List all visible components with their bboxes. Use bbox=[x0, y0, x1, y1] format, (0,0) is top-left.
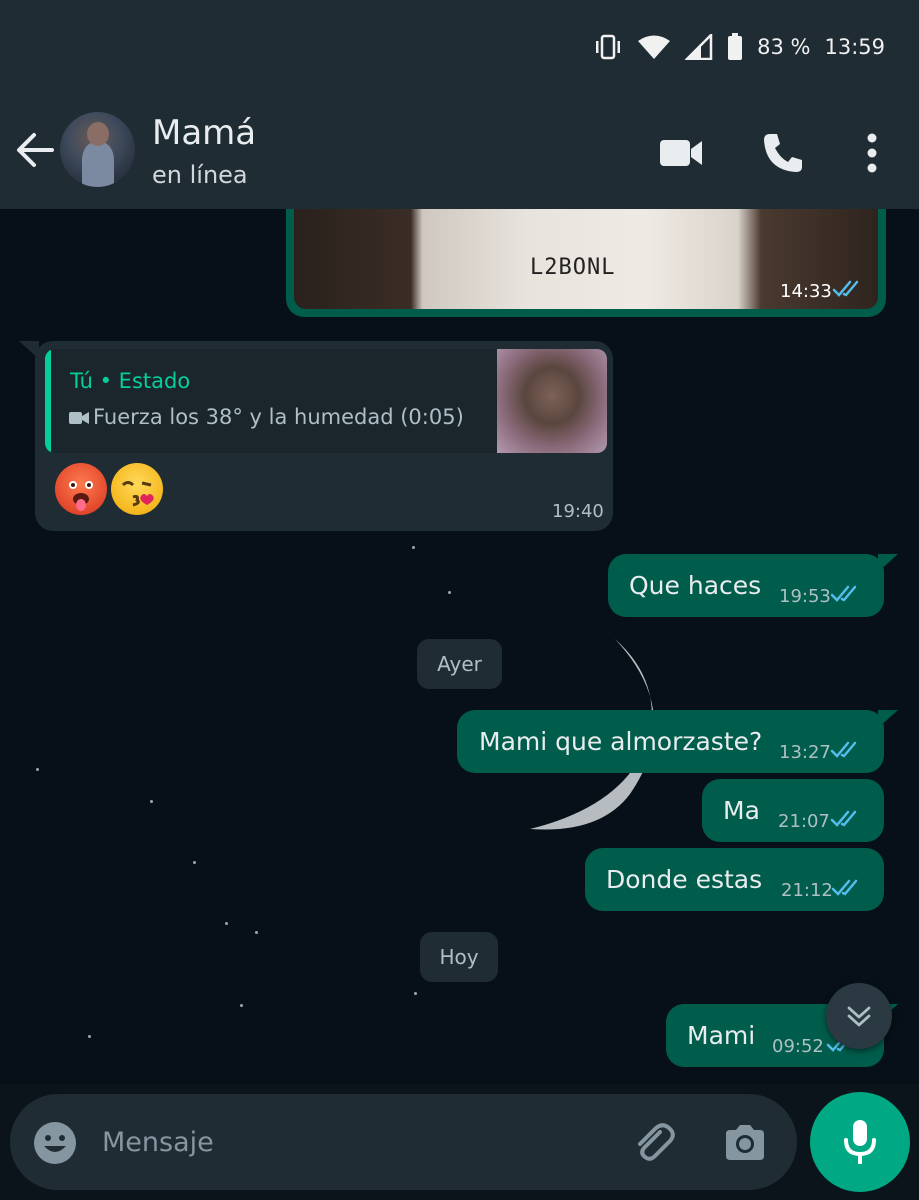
contact-status: en línea bbox=[152, 161, 248, 189]
status-icons: 83 % 13:59 bbox=[593, 30, 885, 64]
outgoing-message[interactable]: Que haces 19:53 bbox=[608, 554, 898, 617]
more-options-icon[interactable] bbox=[850, 130, 894, 176]
double-chevron-down-icon bbox=[847, 1006, 871, 1027]
read-receipt-icon bbox=[830, 810, 857, 827]
outgoing-message[interactable]: Donde estas 21:12 bbox=[585, 848, 884, 911]
read-receipt-icon bbox=[830, 585, 857, 602]
compose-bar bbox=[0, 1084, 919, 1200]
message-text: Mami que almorzaste? bbox=[479, 727, 763, 756]
background-star bbox=[240, 1004, 243, 1007]
message-time: 19:40 bbox=[552, 501, 604, 522]
message-time: 13:27 bbox=[779, 742, 831, 763]
phone-call-icon[interactable] bbox=[760, 130, 806, 176]
message-box[interactable] bbox=[10, 1094, 797, 1190]
wifi-icon bbox=[638, 35, 671, 59]
message-text: Que haces bbox=[629, 571, 762, 600]
voice-message-button[interactable] bbox=[810, 1092, 910, 1192]
read-receipt-icon bbox=[831, 879, 858, 896]
background-star bbox=[448, 591, 451, 594]
date-separator: Ayer bbox=[417, 639, 502, 689]
photo-text: L2BONL bbox=[530, 255, 616, 280]
background-star bbox=[414, 992, 417, 995]
clock: 13:59 bbox=[824, 35, 885, 59]
read-receipt-icon bbox=[830, 741, 857, 758]
bubble-tail bbox=[19, 341, 39, 359]
battery-icon bbox=[728, 33, 743, 60]
background-star bbox=[150, 800, 153, 803]
message-time: 21:07 bbox=[778, 811, 830, 832]
date-separator: Hoy bbox=[420, 932, 498, 982]
quote-author: Tú • Estado bbox=[70, 369, 191, 393]
bubble-tail bbox=[878, 554, 898, 572]
outgoing-message[interactable]: Mami que almorzaste? 13:27 bbox=[457, 710, 898, 773]
quote-bar bbox=[45, 349, 51, 453]
avatar[interactable] bbox=[60, 112, 135, 187]
back-arrow-icon[interactable] bbox=[14, 129, 56, 171]
image-message[interactable]: L2BONL 14:33 bbox=[286, 209, 886, 317]
background-star bbox=[255, 931, 258, 934]
emoji-icon[interactable] bbox=[32, 1120, 78, 1166]
camera-icon[interactable] bbox=[722, 1120, 768, 1166]
vibrate-icon bbox=[596, 34, 621, 60]
background-star bbox=[412, 546, 415, 549]
message-text: Ma bbox=[723, 796, 760, 825]
message-text: Mami bbox=[687, 1021, 756, 1050]
status-thumbnail bbox=[497, 349, 607, 453]
outgoing-message[interactable]: Ma 21:07 bbox=[702, 779, 884, 842]
hot-face-emoji bbox=[55, 463, 107, 515]
background-star bbox=[225, 922, 228, 925]
message-time: 09:52 bbox=[772, 1036, 824, 1057]
bubble-tail bbox=[878, 710, 898, 728]
microphone-icon bbox=[844, 1120, 876, 1164]
message-time: 19:53 bbox=[779, 586, 831, 607]
status-reply-message[interactable]: Tú • Estado Fuerza los 38° y la humedad … bbox=[19, 341, 613, 531]
message-input[interactable] bbox=[102, 1116, 602, 1168]
contact-name[interactable]: Mamá bbox=[152, 113, 256, 153]
kissing-face-emoji bbox=[111, 463, 163, 515]
chat-messages[interactable]: L2BONL 14:33 Tú • Estado Fuerza los 38° … bbox=[0, 209, 919, 1084]
status-bar: 83 % 13:59 bbox=[0, 0, 919, 95]
signal-icon bbox=[685, 34, 713, 60]
quote-text: Fuerza los 38° y la humedad (0:05) bbox=[93, 405, 464, 429]
message-text: Donde estas bbox=[606, 865, 763, 894]
chat-header: Mamá en línea bbox=[0, 95, 919, 209]
video-call-icon[interactable] bbox=[658, 130, 704, 176]
background-star bbox=[193, 861, 196, 864]
message-time: 21:12 bbox=[781, 880, 833, 901]
background-star bbox=[36, 768, 39, 771]
background-star bbox=[88, 1035, 91, 1038]
battery-level: 83 % bbox=[757, 35, 811, 59]
quoted-status[interactable]: Tú • Estado Fuerza los 38° y la humedad … bbox=[45, 349, 607, 453]
video-icon bbox=[69, 412, 89, 424]
scroll-to-bottom-button[interactable] bbox=[826, 983, 892, 1049]
message-time: 14:33 bbox=[780, 281, 832, 302]
attach-icon[interactable] bbox=[628, 1118, 678, 1168]
read-receipt-icon bbox=[832, 280, 859, 297]
